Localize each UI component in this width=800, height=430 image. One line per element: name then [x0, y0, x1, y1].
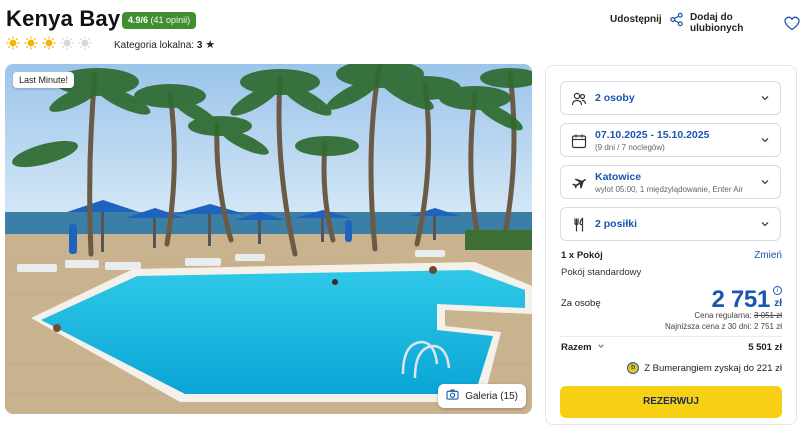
sun-icon	[24, 36, 38, 50]
cutlery-icon	[571, 217, 587, 233]
sun-empty-icon	[60, 36, 74, 50]
chevron-down-icon	[760, 93, 770, 103]
gallery-label: Galeria (15)	[465, 390, 518, 402]
sun-rating	[6, 36, 92, 50]
chevron-down-icon	[760, 219, 770, 229]
share-button[interactable]: Udostępnij	[610, 12, 684, 27]
people-icon	[571, 91, 587, 107]
chevron-down-icon	[760, 135, 770, 145]
price-per-person: 2 751	[711, 286, 770, 313]
pool-beach-image	[5, 64, 532, 414]
total-label: Razem	[561, 342, 592, 353]
dates-selector[interactable]: 07.10.2025 - 15.10.2025 (9 dni / 7 nocle…	[560, 123, 781, 157]
lowest-price-note: Najniższa cena z 30 dni: 2 751 zł	[665, 322, 782, 331]
change-room-link[interactable]: Zmień	[754, 250, 782, 261]
gallery-button[interactable]: Galeria (15)	[438, 384, 526, 408]
regular-price-value: 3 051 zł	[753, 311, 782, 320]
hotel-title: Kenya Bay	[6, 6, 121, 31]
sun-empty-icon	[78, 36, 92, 50]
sun-icon	[42, 36, 56, 50]
departure-city: Katowice	[595, 171, 642, 183]
camera-icon	[446, 389, 459, 403]
guests-selector[interactable]: 2 osoby	[560, 81, 781, 115]
local-category: Kategoria lokalna: 3 ★	[114, 38, 215, 51]
per-person-label: Za osobę	[561, 298, 601, 309]
dates-subtext: (9 dni / 7 noclegów)	[595, 143, 665, 152]
departure-selector[interactable]: Katowice wylot 05:00, 1 międzylądowanie,…	[560, 165, 781, 199]
favorites-label: Dodaj do ulubionych	[690, 12, 744, 34]
booking-panel: 2 osoby 07.10.2025 - 15.10.2025 (9 dni /…	[545, 65, 797, 425]
share-icon	[669, 12, 684, 27]
sun-icon	[6, 36, 20, 50]
total-value: 5 501 zł	[748, 342, 782, 353]
chevron-down-icon	[760, 177, 770, 187]
star-icon: ★	[205, 39, 216, 51]
meals-value: 2 posiłki	[595, 218, 638, 230]
bumerang-promo: b Z Bumerangiem zyskaj do 221 zł	[627, 362, 782, 374]
chevron-down-icon	[597, 342, 605, 353]
guests-value: 2 osoby	[595, 92, 635, 104]
price-currency: zł	[774, 298, 782, 309]
plane-icon	[571, 175, 587, 191]
category-label: Kategoria lokalna:	[114, 40, 195, 51]
departure-details: wylot 05:00, 1 międzylądowanie, Enter Ai…	[595, 185, 744, 194]
rooms-count: 1 x Pokój	[561, 250, 603, 261]
info-icon[interactable]: i	[773, 286, 782, 295]
bumerang-text: Z Bumerangiem zyskaj do 221 zł	[644, 362, 782, 374]
reserve-button[interactable]: REZERWUJ	[560, 386, 782, 418]
last-minute-badge: Last Minute!	[13, 72, 75, 88]
bumerang-icon: b	[627, 362, 640, 374]
rating-value: 4.9/6	[128, 15, 149, 25]
dates-value: 07.10.2025 - 15.10.2025	[595, 129, 710, 141]
total-toggle[interactable]: Razem	[561, 342, 605, 353]
room-type: Pokój standardowy	[561, 267, 642, 278]
rating-badge[interactable]: 4.9/6 (41 opinii)	[122, 12, 197, 29]
regular-price-label: Cena regularna:	[694, 311, 752, 320]
review-count: (41 opinii)	[150, 15, 191, 25]
share-label: Udostępnij	[610, 14, 662, 25]
category-value: 3	[196, 40, 203, 51]
heart-icon	[784, 16, 800, 31]
calendar-icon	[571, 133, 587, 149]
add-to-favorites-button[interactable]: Dodaj do ulubionych	[690, 12, 800, 34]
regular-price: Cena regularna: 3 051 zł	[694, 311, 782, 320]
meals-selector[interactable]: 2 posiłki	[560, 207, 781, 241]
hotel-photo[interactable]: Last Minute! Galeria (15)	[5, 64, 532, 414]
divider	[560, 336, 782, 337]
